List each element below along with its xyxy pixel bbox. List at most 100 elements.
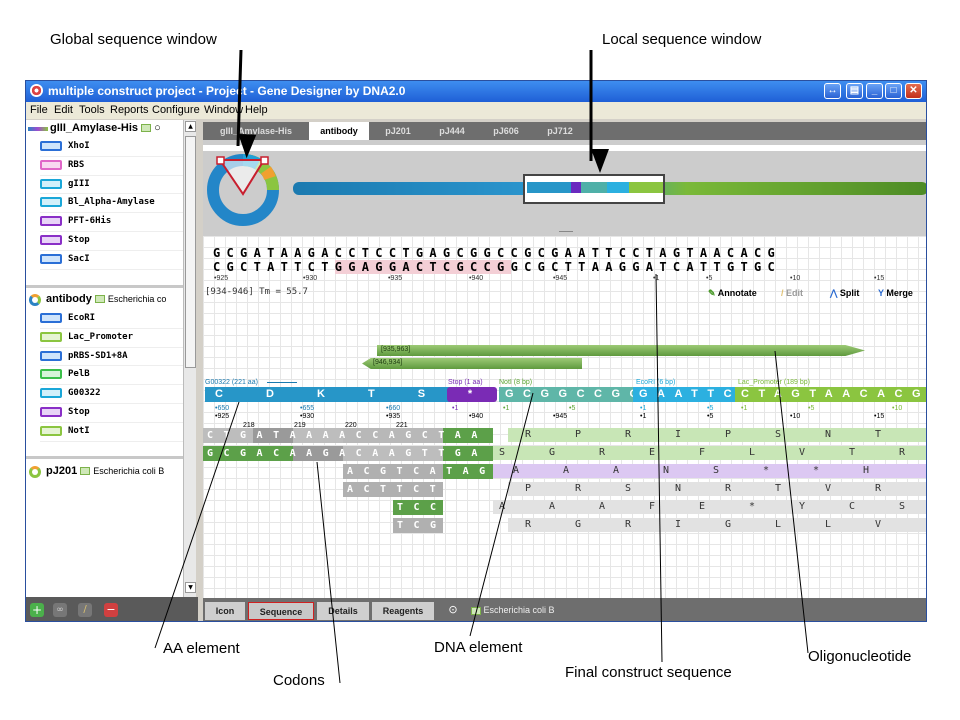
annotate-button[interactable]: ✎ Annotate [708, 288, 757, 299]
view-tabs: Icon Sequence Details Reagents ⊙ Escheri… [203, 598, 926, 621]
aa-element-icon [40, 388, 62, 399]
amino-acid: V [799, 447, 806, 458]
tab-pJ444[interactable]: pJ444 [429, 122, 475, 140]
list-item[interactable]: Bl_Alpha-Amylase [40, 194, 190, 214]
amino-acid: R [875, 483, 882, 494]
callout-dna-element: DNA element [434, 639, 523, 656]
table-icon[interactable] [94, 295, 105, 304]
binoculars-icon[interactable]: ⊙ [446, 603, 460, 617]
oligonucleotide-forward[interactable] [377, 345, 865, 356]
global-sequence-window[interactable] [206, 148, 292, 234]
maximize-button[interactable]: □ [885, 83, 902, 99]
add-icon[interactable]: + [30, 603, 44, 617]
pencil-icon[interactable]: / [78, 603, 92, 617]
reading-frame-4[interactable] [508, 482, 926, 496]
reading-frame-1[interactable] [508, 428, 926, 442]
list-item[interactable]: Lac_Promoter [40, 329, 190, 348]
tm-readout: [934-946] Tm = 55.7 [205, 287, 308, 297]
construct-title-gIII[interactable]: gIII_Amylase-His ○ [50, 122, 161, 134]
codon-row[interactable]: CTGATAAAACCAGCTAA [203, 428, 493, 443]
amino-acid: R [899, 447, 906, 458]
arrow-right-icon [267, 382, 297, 383]
left-scrollbar[interactable]: ▲ ▼ [183, 120, 196, 597]
menu-reports[interactable]: Reports [110, 104, 149, 116]
tab-reagents[interactable]: Reagents [372, 602, 434, 620]
construct-title-antibody[interactable]: antibody Escherichia co [46, 293, 166, 305]
split-icon: ⋀ [830, 288, 838, 298]
close-button[interactable]: ✕ [905, 83, 922, 99]
pencil-icon: / [781, 288, 784, 298]
tab-pJ201[interactable]: pJ201 [375, 122, 421, 140]
list-item[interactable]: Stop [40, 404, 190, 423]
local-sequence-window[interactable] [523, 174, 665, 204]
list-item[interactable]: pRBS-SD1+8A [40, 348, 190, 367]
list-item[interactable]: gIII [40, 176, 190, 195]
tab-antibody[interactable]: antibody [309, 122, 369, 140]
panel-icon[interactable]: ▤ [846, 83, 863, 99]
list-item[interactable]: XhoI [40, 138, 190, 157]
codon-row[interactable]: ACGTCATAG [343, 464, 493, 479]
scroll-up-icon[interactable]: ▲ [185, 121, 196, 132]
menu-tools[interactable]: Tools [79, 104, 105, 116]
swap-icon[interactable]: ↔ [824, 83, 841, 99]
codon-row[interactable]: TCG [393, 518, 443, 533]
table-icon[interactable] [80, 467, 91, 476]
scroll-down-icon[interactable]: ▼ [185, 582, 196, 593]
element-list-antibody: EcoRI Lac_Promoter pRBS-SD1+8A PelB G003… [40, 310, 190, 442]
stop-element[interactable]: * [447, 387, 497, 402]
application-window: multiple construct project - Project - G… [25, 80, 927, 622]
reading-frame-5[interactable] [493, 500, 926, 514]
list-item[interactable]: PFT-6His [40, 213, 190, 232]
dna-element-lac-promoter[interactable]: CTAGTAACACG [735, 387, 926, 402]
aa-element-g00322[interactable]: C D K T S [205, 387, 455, 402]
list-item[interactable]: EcoRI [40, 310, 190, 329]
amino-acid: P [575, 429, 582, 440]
menu-edit[interactable]: Edit [54, 104, 73, 116]
tab-icon[interactable]: Icon [205, 602, 245, 620]
list-item[interactable]: Stop [40, 232, 190, 251]
delete-icon[interactable]: − [104, 603, 118, 617]
table-icon[interactable] [141, 124, 152, 133]
menu-configure[interactable]: Configure [152, 104, 200, 116]
reading-frame-2[interactable] [493, 446, 926, 460]
amino-acid: A [563, 465, 570, 476]
annotate-icon: ✎ [708, 288, 716, 298]
tab-pJ606[interactable]: pJ606 [483, 122, 529, 140]
merge-button[interactable]: Y Merge [878, 288, 913, 298]
amino-acid: S [625, 483, 632, 494]
tab-details[interactable]: Details [317, 602, 369, 620]
list-item[interactable]: NotI [40, 423, 190, 442]
dna-element-icon [40, 141, 62, 151]
menu-help[interactable]: Help [245, 104, 268, 116]
codon-row[interactable]: TCC [393, 500, 443, 515]
amino-acid: R [625, 429, 632, 440]
feature-label-lac-promoter: Lac_Promoter (189 bp) [738, 379, 810, 386]
list-item[interactable]: RBS [40, 157, 190, 176]
list-item[interactable]: PelB [40, 366, 190, 386]
menu-file[interactable]: File [30, 104, 48, 116]
scroll-thumb[interactable] [185, 136, 196, 368]
list-item[interactable]: G00322 [40, 385, 190, 404]
dna-element-icon [40, 313, 62, 323]
menu-window[interactable]: Window [204, 104, 243, 116]
amino-acid: I [675, 429, 682, 440]
amino-acid: V [875, 519, 882, 530]
edit-button[interactable]: / Edit [781, 288, 803, 298]
tab-sequence[interactable]: Sequence [248, 602, 314, 620]
list-item[interactable]: SacI [40, 251, 190, 270]
feature-label-stop: Stop (1 aa) [448, 379, 483, 386]
split-button[interactable]: ⋀ Split [830, 288, 859, 299]
title-bar: multiple construct project - Project - G… [26, 81, 926, 102]
reading-frame-6[interactable] [508, 518, 926, 532]
reading-frame-3[interactable] [493, 464, 926, 478]
link-icon[interactable]: ∞ [53, 603, 67, 617]
tab-gIII-amylase-his[interactable]: gIII_Amylase-His [207, 122, 305, 140]
window-title: multiple construct project - Project - G… [48, 84, 406, 98]
tab-pJ712[interactable]: pJ712 [537, 122, 583, 140]
minimize-button[interactable]: _ [866, 83, 883, 99]
construct-title-pJ201[interactable]: pJ201 Escherichia coli B [46, 465, 164, 477]
dna-element-ecori[interactable]: GAATTC [633, 387, 739, 402]
codon-row[interactable]: ACTTCT [343, 482, 443, 497]
dna-element-noti[interactable]: GCGGCCGC [499, 387, 638, 402]
codon-row[interactable]: GCGACAAGACAAGTTGA [203, 446, 493, 461]
